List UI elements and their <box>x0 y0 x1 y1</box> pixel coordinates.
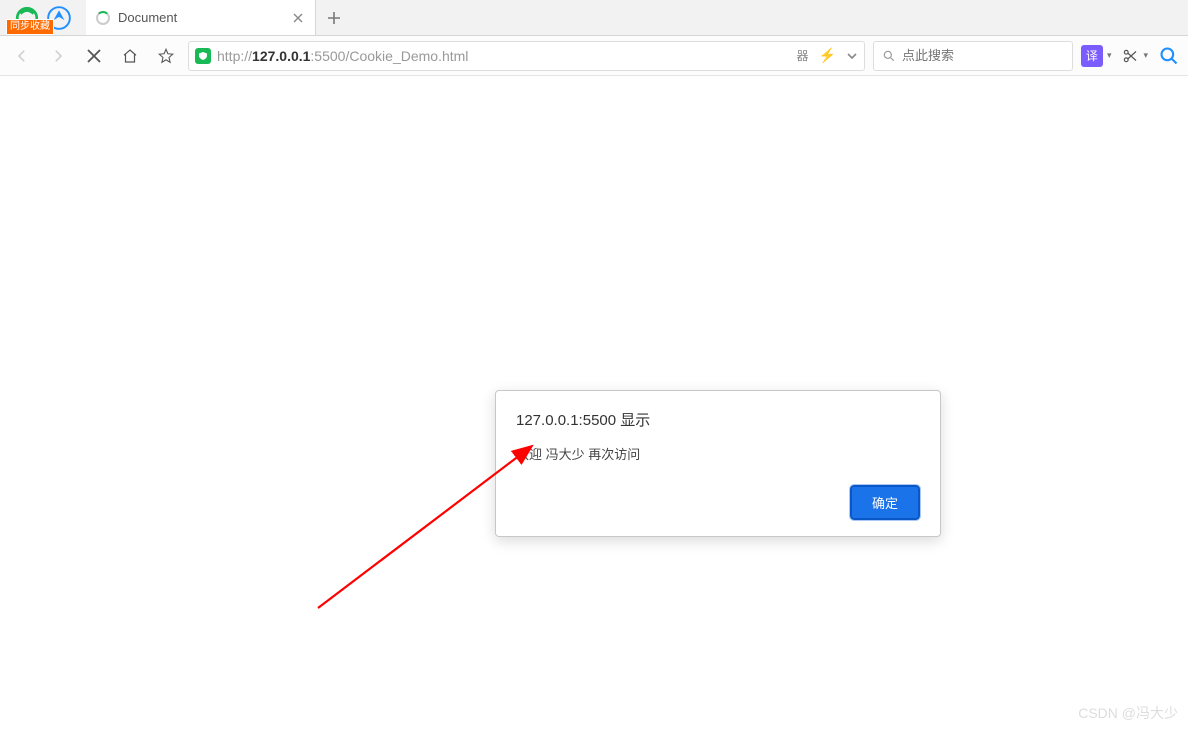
watermark: CSDN @冯大少 <box>1078 703 1178 723</box>
tab-title: Document <box>118 10 283 25</box>
translate-button[interactable]: 译 <box>1081 45 1103 67</box>
url-path: /Cookie_Demo.html <box>345 48 468 64</box>
favorite-button[interactable] <box>152 42 180 70</box>
stop-button[interactable] <box>80 42 108 70</box>
url-host: 127.0.0.1 <box>252 48 310 64</box>
sync-favorites-tag[interactable]: 同步收藏 <box>6 19 54 35</box>
js-alert-dialog: 127.0.0.1:5500 显示 欢迎 冯大少 再次访问 确定 <box>495 390 941 537</box>
search-input[interactable] <box>902 48 1078 63</box>
scissors-icon[interactable] <box>1121 47 1139 65</box>
address-bar-tools: 器 ⚡ <box>796 47 857 64</box>
url-port: :5500 <box>310 48 345 64</box>
translate-dropdown-icon[interactable]: ▾ <box>1107 50 1112 61</box>
browser-tab[interactable]: Document <box>86 0 316 35</box>
lightning-icon[interactable]: ⚡ <box>819 47 836 64</box>
ok-button[interactable]: 确定 <box>850 485 920 520</box>
back-button[interactable] <box>8 42 36 70</box>
toolbar: http://127.0.0.1:5500/Cookie_Demo.html 器… <box>0 36 1188 76</box>
new-tab-button[interactable] <box>316 0 352 35</box>
search-icon <box>882 49 896 63</box>
loading-spinner-icon <box>96 11 110 25</box>
alert-title: 127.0.0.1:5500 显示 <box>516 409 920 430</box>
close-tab-icon[interactable] <box>291 11 305 25</box>
url-protocol: http:// <box>217 48 252 64</box>
browser-logo-area: 同步收藏 <box>0 0 86 35</box>
tab-strip: 同步收藏 Document <box>0 0 1188 36</box>
scissors-dropdown-icon[interactable]: ▾ <box>1143 50 1148 61</box>
security-shield-icon <box>195 48 211 64</box>
address-bar[interactable]: http://127.0.0.1:5500/Cookie_Demo.html 器… <box>188 41 865 71</box>
url-text: http://127.0.0.1:5500/Cookie_Demo.html <box>217 48 790 64</box>
magnify-icon[interactable] <box>1158 45 1180 67</box>
alert-message: 欢迎 冯大少 再次访问 <box>516 444 920 463</box>
alert-actions: 确定 <box>516 485 920 520</box>
search-box[interactable] <box>873 41 1073 71</box>
qr-icon[interactable]: 器 <box>796 47 808 64</box>
forward-button[interactable] <box>44 42 72 70</box>
home-button[interactable] <box>116 42 144 70</box>
right-tools: 译 ▾ ▾ <box>1081 45 1180 67</box>
chevron-down-icon[interactable] <box>846 50 858 62</box>
